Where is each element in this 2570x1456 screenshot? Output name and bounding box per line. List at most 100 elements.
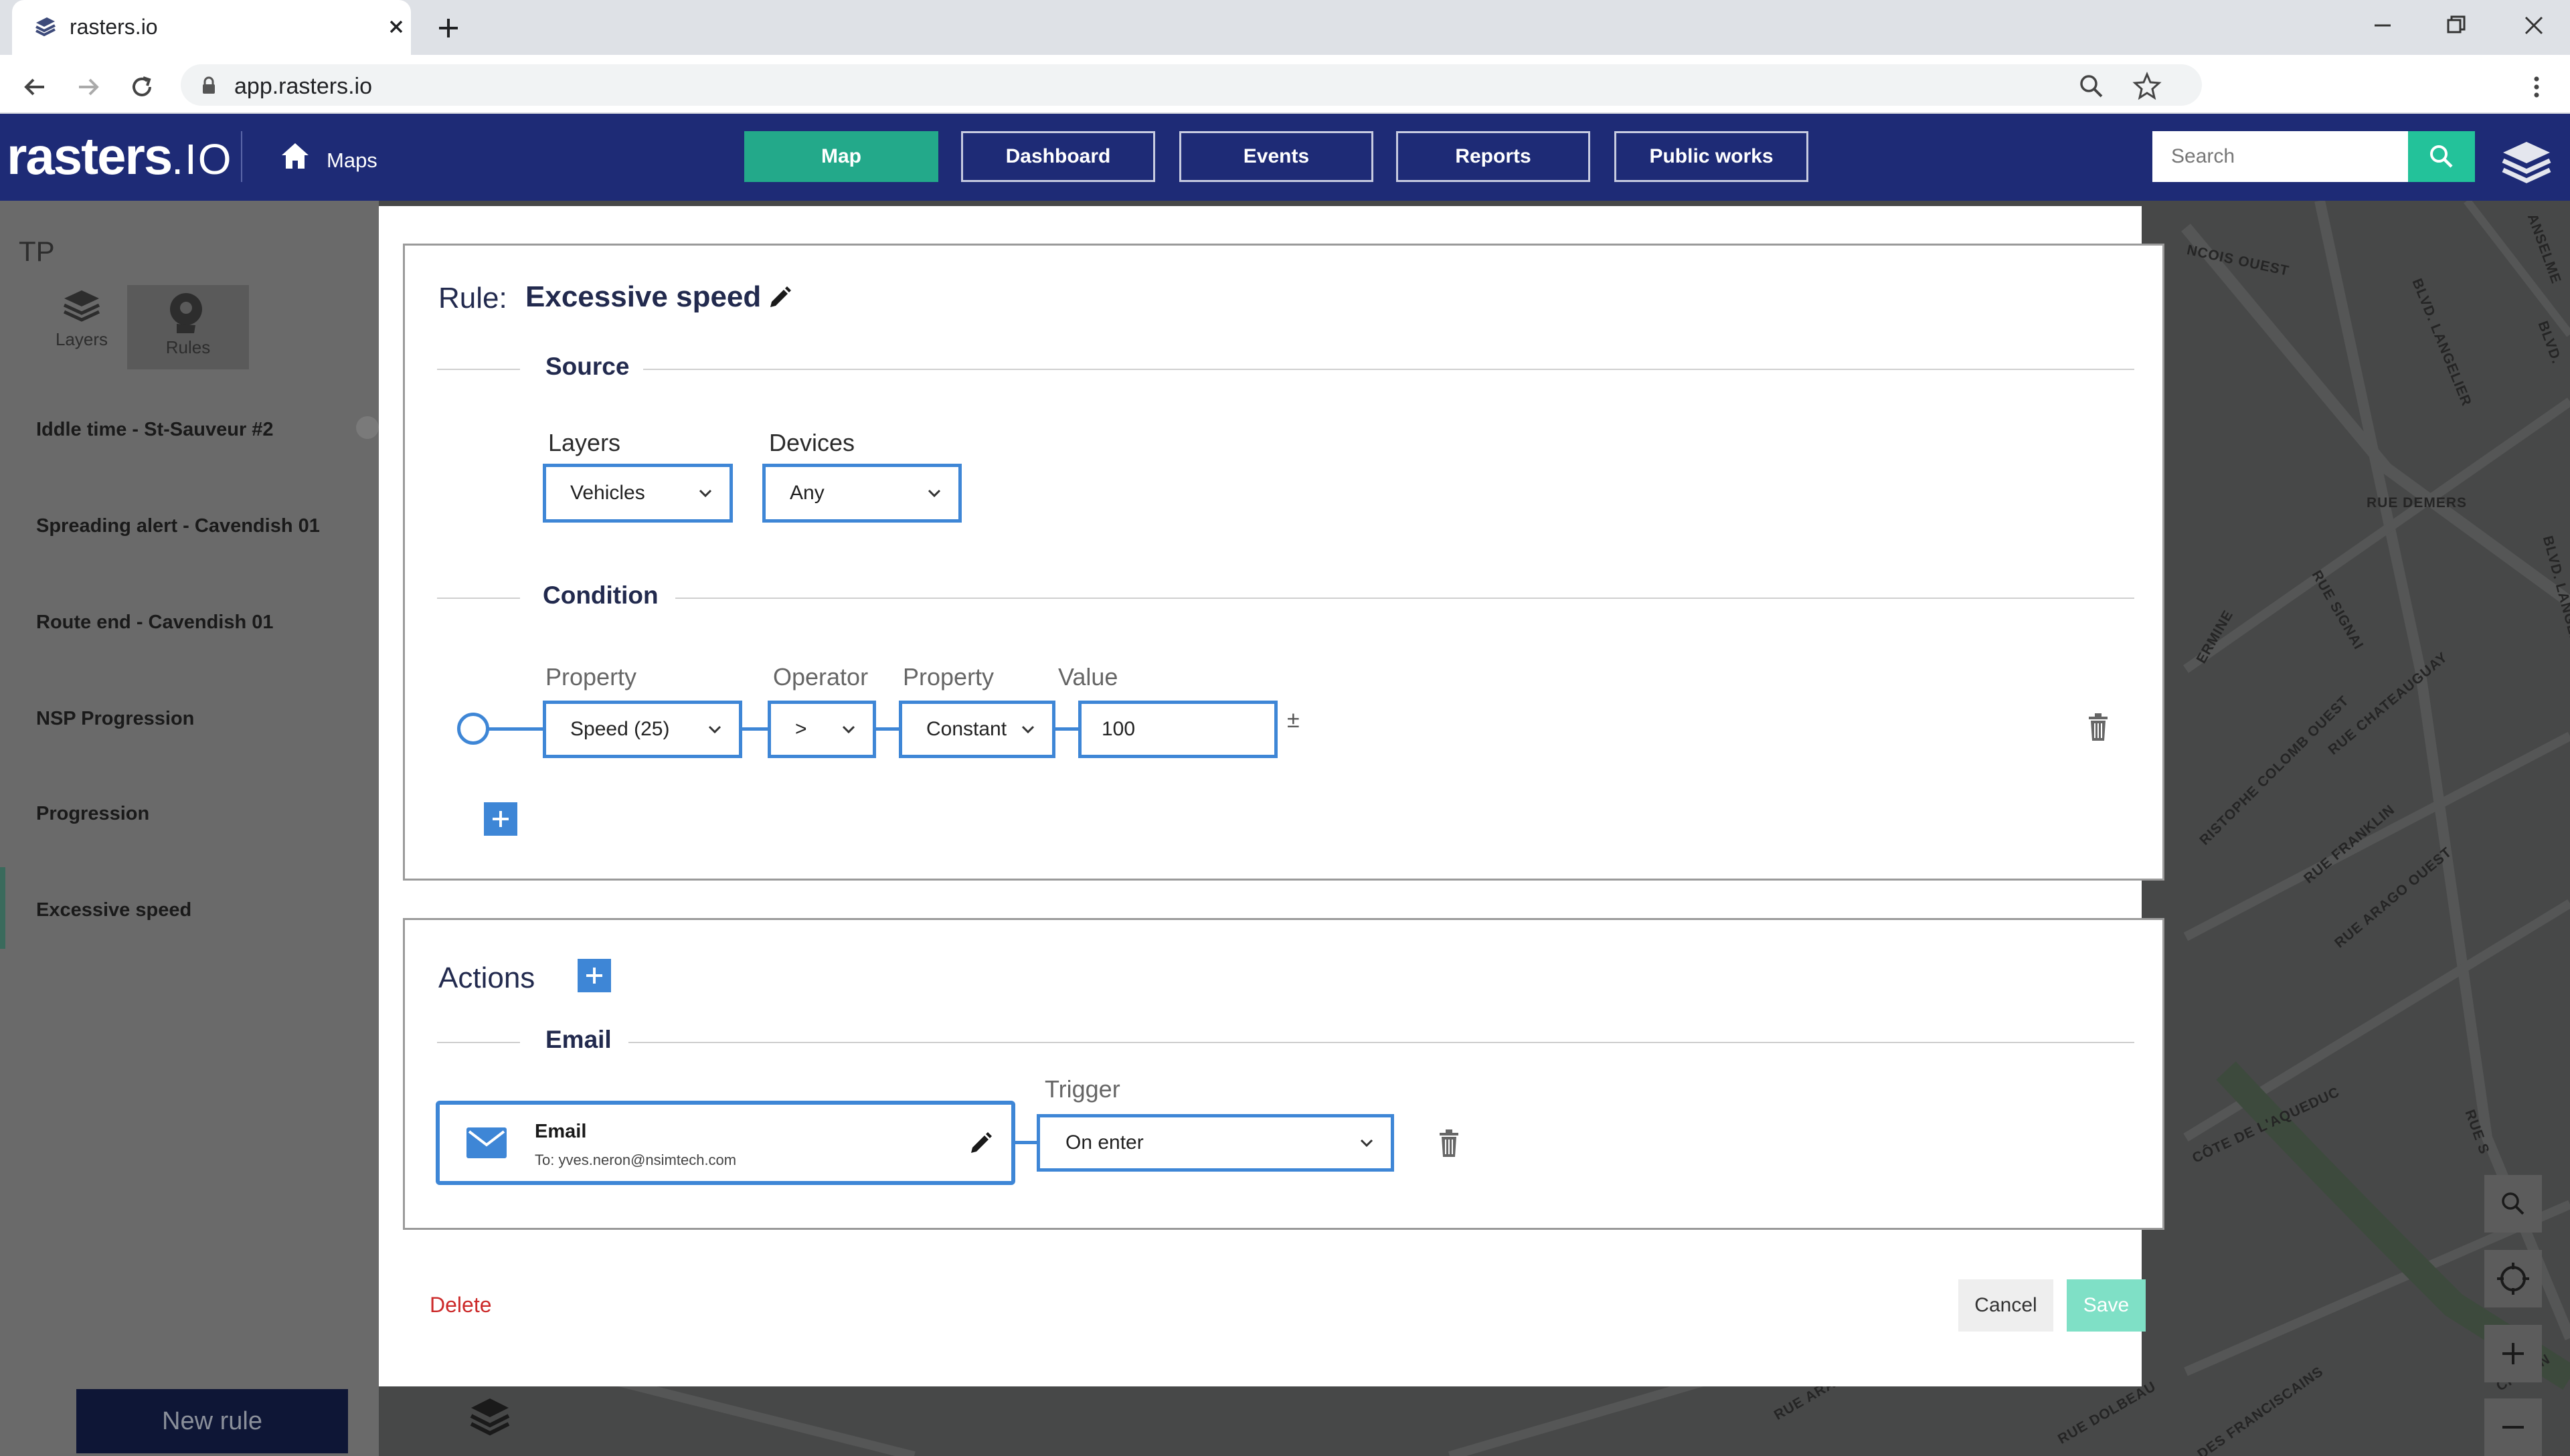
edit-rule-name-icon[interactable] [765,283,794,312]
browser-tab-title: rasters.io [70,15,158,39]
browser-tab[interactable]: rasters.io [12,0,411,55]
tab-close-icon[interactable] [384,15,408,39]
operator-select-value: > [795,718,807,740]
layers-select-value: Vehicles [570,482,645,504]
sidebar-tab-label: Rules [165,337,211,357]
street-label: RUE DEMERS [2367,495,2468,511]
property2-select-value: Constant [926,718,1007,740]
new-rule-button[interactable]: New rule [76,1389,348,1453]
email-action-card[interactable]: Email To: yves.neron@nsimtech.com [436,1101,1015,1185]
logo-io-text: .IO [171,135,233,183]
lock-icon [198,75,220,96]
sidebar-tab-rules[interactable]: Rules [127,285,249,369]
toggle-switch[interactable] [356,416,379,439]
layers-select[interactable]: Vehicles [543,464,733,523]
delete-condition-trash-icon[interactable] [2085,711,2112,743]
nav-events-button[interactable]: Events [1179,131,1373,182]
section-divider [643,369,2134,370]
nav-dashboard-button[interactable]: Dashboard [961,131,1155,182]
minus-icon [2502,1426,2524,1429]
search-input[interactable] [2152,131,2408,182]
project-title: TP [19,236,55,267]
property2-label: Property [903,663,995,691]
sidebar-tab-label: Layers [55,329,108,349]
actions-title: Actions [438,962,535,994]
section-divider [437,369,520,370]
url-text: app.rasters.io [234,74,372,99]
restore-icon[interactable] [2440,9,2472,41]
forward-icon[interactable] [72,71,104,103]
edit-email-pencil-icon[interactable] [966,1129,995,1158]
chevron-down-icon [839,720,858,739]
plus-icon [2502,1343,2524,1364]
rule-editor-modal: Rule: Excessive speed Source Layers Vehi… [379,206,2164,1386]
map-layers-icon[interactable] [466,1393,514,1440]
delete-rule-link[interactable]: Delete [430,1293,492,1317]
header-divider [241,131,242,182]
window-close-icon[interactable] [2518,9,2550,41]
nav-map-button[interactable]: Map [744,131,938,182]
bookmark-star-icon[interactable] [2131,70,2163,102]
gear-head-icon [170,293,202,333]
zoom-in-button[interactable] [2484,1325,2542,1382]
condition-connector [742,727,768,731]
operator-label: Operator [773,663,869,691]
value-input-text: 100 [1102,718,1136,740]
back-icon[interactable] [19,71,51,103]
map-locate-button[interactable] [2484,1250,2542,1307]
email-card-title: Email [535,1121,587,1142]
envelope-icon [466,1127,507,1158]
new-tab-icon[interactable] [434,13,463,43]
map-search-button[interactable] [2484,1175,2542,1233]
crosshair-icon [2497,1263,2529,1295]
zoom-out-button[interactable] [2484,1398,2542,1456]
rule-list-item-active[interactable]: Excessive speed [36,899,191,921]
condition-connector [488,727,543,731]
home-icon[interactable] [278,139,312,173]
sidebar-tab-layers[interactable]: Layers [37,286,126,350]
save-button[interactable]: Save [2067,1279,2146,1332]
chevron-down-icon [1357,1133,1376,1152]
search-icon [2502,1192,2524,1215]
logo-text: rasters [7,126,173,185]
rasters-favicon-icon [32,13,59,40]
property2-select[interactable]: Constant [899,701,1055,758]
devices-select-value: Any [790,482,825,504]
minimize-icon[interactable] [2367,9,2399,41]
delete-action-trash-icon[interactable] [1436,1127,1462,1160]
trigger-label: Trigger [1045,1075,1120,1103]
rule-list-item[interactable]: Spreading alert - Cavendish 01 [36,515,320,537]
plus-minus-toggle[interactable]: ± [1287,707,1300,733]
email-section-title: Email [545,1026,612,1053]
trigger-select[interactable]: On enter [1037,1114,1394,1172]
layers-icon [63,290,100,322]
property-select[interactable]: Speed (25) [543,701,742,758]
rule-list-item[interactable]: Route end - Cavendish 01 [36,612,274,634]
nav-reports-button[interactable]: Reports [1396,131,1590,182]
devices-select[interactable]: Any [762,464,962,523]
reload-icon[interactable] [126,71,158,103]
add-action-button[interactable] [578,959,611,992]
rule-list-item[interactable]: Iddle time - St-Sauveur #2 [36,419,274,441]
rasters-logo[interactable]: rasters.IO [7,126,233,187]
nav-public-works-button[interactable]: Public works [1614,131,1808,182]
zoom-icon[interactable] [2076,71,2107,102]
rule-name: Excessive speed [525,280,762,313]
rule-list-item[interactable]: Progression [36,803,149,825]
browser-menu-icon[interactable] [2523,71,2550,103]
devices-label: Devices [769,429,855,456]
rule-list-item[interactable]: NSP Progression [36,708,194,730]
add-condition-button[interactable] [484,802,517,836]
section-divider [437,598,520,599]
search-button[interactable] [2408,131,2475,182]
operator-select[interactable]: > [768,701,876,758]
email-card-recipient: To: yves.neron@nsimtech.com [535,1152,737,1168]
layers-stack-icon[interactable] [2498,138,2555,189]
actions-panel: Actions Email Email To: yves.neron@nsimt… [403,918,2164,1230]
value-label: Value [1058,663,1118,691]
value-input[interactable]: 100 [1078,701,1278,758]
maps-link[interactable]: Maps [327,149,377,173]
address-bar[interactable] [181,64,2202,106]
cancel-button[interactable]: Cancel [1958,1279,2053,1332]
chevron-down-icon [1019,720,1037,739]
